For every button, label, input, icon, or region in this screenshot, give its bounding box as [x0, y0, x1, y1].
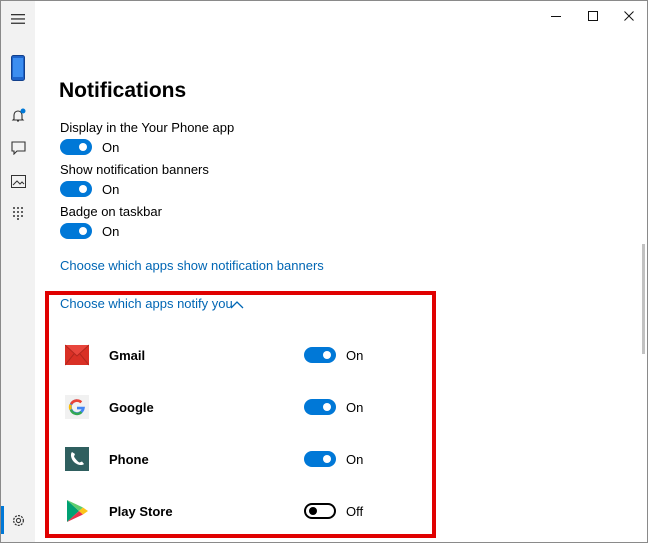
messages-icon[interactable]: [1, 134, 35, 162]
toggle-knob: [79, 143, 87, 151]
menu-icon[interactable]: [1, 5, 35, 33]
page-title: Notifications: [59, 79, 187, 102]
highlight-rectangle: [45, 291, 436, 538]
toggle-knob: [79, 185, 87, 193]
dialpad-icon[interactable]: [1, 199, 35, 227]
settings-icon[interactable]: [1, 506, 35, 534]
close-button[interactable]: [609, 1, 647, 31]
display-in-app-state: On: [102, 140, 120, 155]
choose-banner-apps-link[interactable]: Choose which apps show notification bann…: [60, 258, 324, 273]
maximize-button[interactable]: [573, 1, 613, 31]
display-in-app-toggle[interactable]: [60, 139, 92, 155]
setting-label-display-in-app: Display in the Your Phone app: [60, 120, 235, 135]
your-phone-window: Notifications Display in the Your Phone …: [0, 0, 648, 543]
photos-icon[interactable]: [1, 167, 35, 195]
notification-bell-icon[interactable]: [1, 102, 35, 130]
phone-icon[interactable]: [1, 53, 35, 83]
vertical-scrollbar[interactable]: [642, 244, 645, 354]
setting-label-show-banners: Show notification banners: [60, 162, 209, 177]
setting-label-badge-on-taskbar: Badge on taskbar: [60, 204, 162, 219]
badge-on-taskbar-toggle[interactable]: [60, 223, 92, 239]
show-banners-toggle[interactable]: [60, 181, 92, 197]
sidebar: [1, 1, 35, 542]
badge-on-taskbar-state: On: [102, 224, 120, 239]
toggle-knob: [79, 227, 87, 235]
minimize-button[interactable]: [536, 1, 576, 31]
show-banners-state: On: [102, 182, 120, 197]
